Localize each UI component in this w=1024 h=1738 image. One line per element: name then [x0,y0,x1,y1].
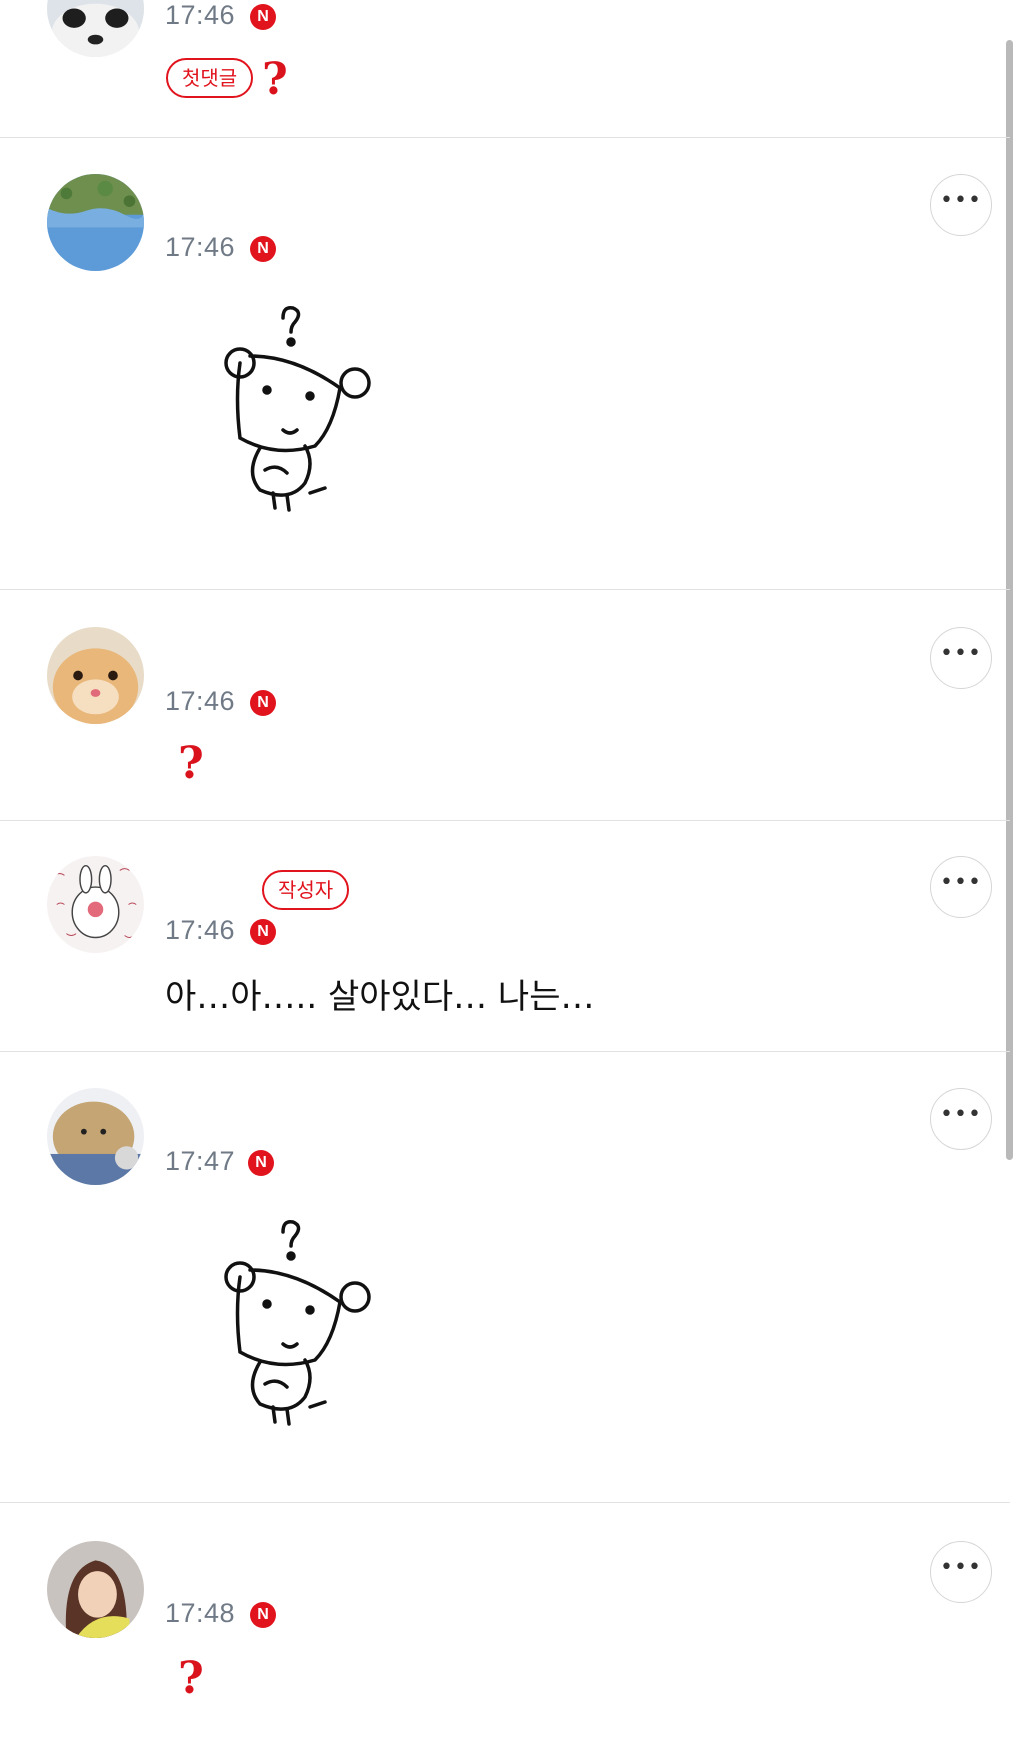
more-options-button[interactable]: ••• [930,627,992,689]
new-badge-icon: N [250,919,276,945]
more-options-button[interactable]: ••• [930,1541,992,1603]
comment-item: 17:46 N 첫댓글 ? [0,0,1010,138]
more-options-button[interactable]: ••• [930,856,992,918]
new-badge-icon: N [250,1602,276,1628]
avatar[interactable] [47,174,144,271]
comment-time: 17:46 [165,915,236,945]
hamster-sticker [224,1219,371,1426]
comment-time: 17:47 [165,1146,236,1176]
comment-item: 17:47 N ••• [0,1052,1010,1503]
hamster-sticker [224,305,371,512]
new-badge-icon: N [248,1150,274,1176]
comment-time: 17:46 [165,686,236,716]
comment-item: 17:46 N ••• ? [0,590,1010,821]
comment-body: ? [178,1653,204,1704]
more-options-icon: ••• [940,1555,982,1580]
comment-item: 17:48 N ••• ? [0,1503,1010,1738]
comment-body: ? [262,54,288,105]
comment-item: 작성자 17:46 N ••• 아…아….. 살아있다… 나는… [0,821,1010,1052]
avatar[interactable] [47,0,144,57]
comment-body: ? [178,738,204,789]
more-options-icon: ••• [940,641,982,666]
new-badge-icon: N [250,690,276,716]
comment-time: 17:46 [165,232,236,262]
more-options-button[interactable]: ••• [930,174,992,236]
more-options-button[interactable]: ••• [930,1088,992,1150]
avatar[interactable] [47,627,144,724]
comment-item: 17:46 N ••• [0,138,1010,590]
first-comment-tag: 첫댓글 [166,58,254,98]
new-badge-icon: N [250,236,276,262]
more-options-icon: ••• [940,1102,982,1127]
more-options-icon: ••• [940,188,982,213]
more-options-icon: ••• [940,870,982,895]
comment-time: 17:48 [165,1598,236,1628]
comment-time: 17:46 [165,0,236,30]
comment-body: 아…아….. 살아있다… 나는… [165,977,595,1017]
avatar[interactable] [47,1541,144,1638]
author-tag: 작성자 [262,870,350,910]
new-badge-icon: N [250,4,276,30]
avatar[interactable] [47,856,144,953]
avatar[interactable] [47,1088,144,1185]
